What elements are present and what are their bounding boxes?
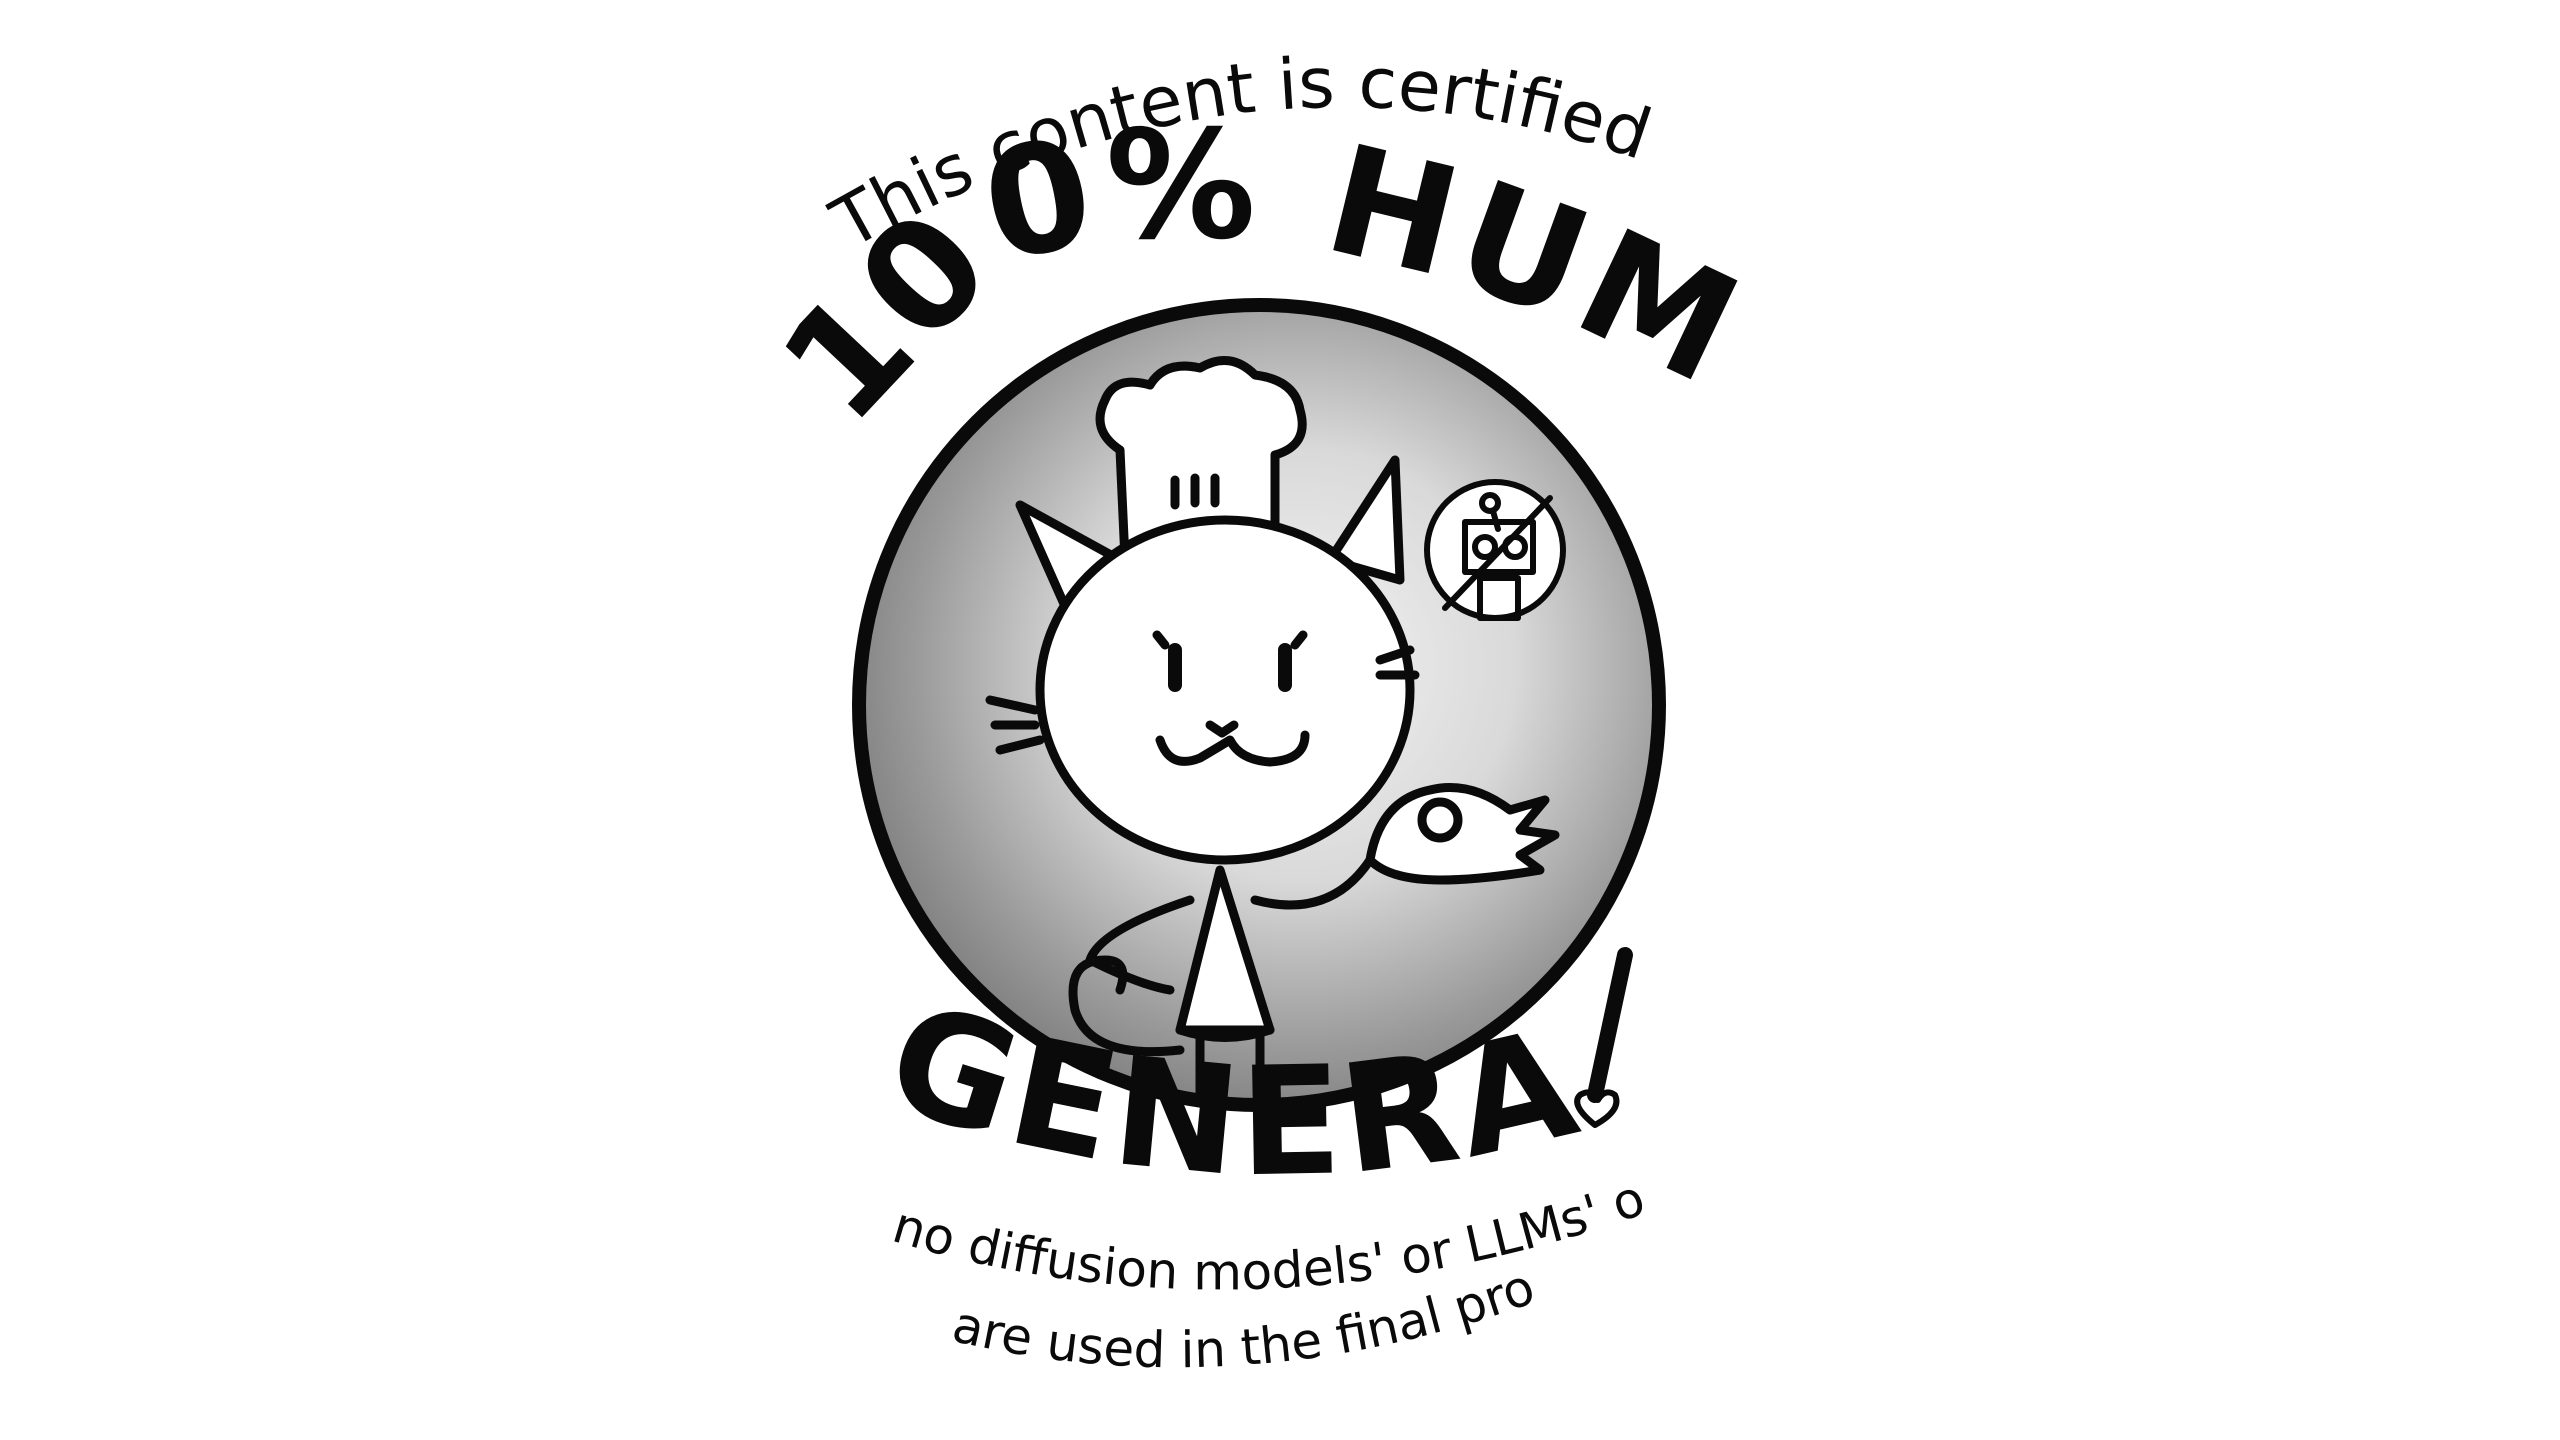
exclamation-heart-decoration bbox=[1574, 947, 1633, 1128]
cat-head bbox=[1035, 515, 1415, 865]
heart-icon bbox=[1574, 1089, 1620, 1128]
certified-human-badge: This content is certified 100% HUMAN bbox=[0, 0, 1762, 1379]
no-robot-icon bbox=[1424, 479, 1566, 621]
